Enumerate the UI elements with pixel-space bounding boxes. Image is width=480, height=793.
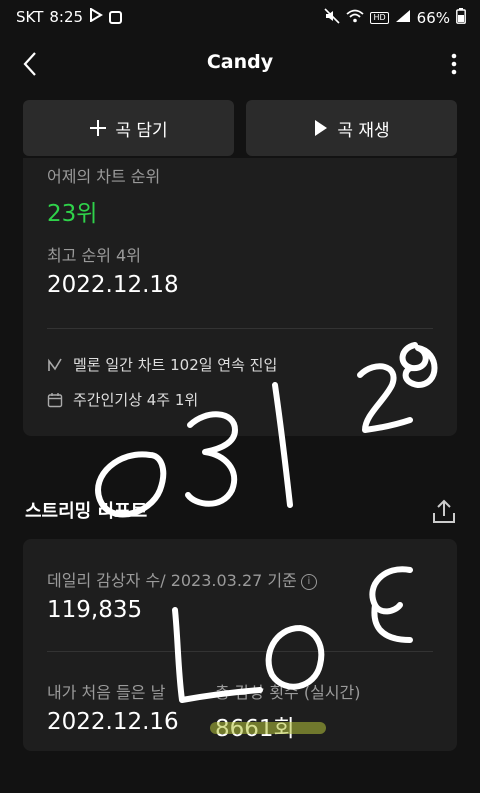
add-song-button[interactable]: 곡 담기: [23, 100, 234, 156]
wifi-icon: [346, 9, 365, 27]
app-bar: Candy: [0, 36, 480, 92]
best-rank-label: 최고 순위 4위: [47, 246, 141, 265]
feature-text: 멜론 일간 차트 102일 연속 진입: [73, 356, 278, 374]
play-song-button[interactable]: 곡 재생: [246, 100, 457, 156]
daily-listeners-value: 119,835: [47, 597, 143, 623]
plus-icon: [90, 120, 107, 136]
calendar-icon: [47, 392, 63, 407]
share-icon: [433, 499, 455, 523]
first-listen-label: 내가 처음 들은 날: [47, 683, 166, 702]
signal-icon: [395, 9, 411, 27]
feature-chart-streak: 멜론 일간 차트 102일 연속 진입: [47, 354, 277, 375]
play-store-icon: [89, 7, 103, 26]
more-options-button[interactable]: [442, 46, 466, 82]
battery-percent: 66%: [416, 9, 450, 27]
feature-text: 주간인기상 4주 1위: [73, 391, 199, 409]
carrier-label: SKT: [16, 8, 44, 26]
yesterday-rank-label: 어제의 차트 순위: [47, 167, 161, 186]
divider: [47, 328, 433, 329]
info-icon[interactable]: i: [300, 573, 317, 590]
play-icon: [315, 120, 328, 136]
more-vert-icon: [451, 53, 457, 75]
app-notification-icon: [109, 10, 123, 24]
mute-icon: [324, 8, 341, 28]
hd-voice-badge: HD: [370, 12, 389, 24]
daily-listeners-label-text: 데일리 감상자 수/ 2023.03.27 기준: [47, 571, 297, 590]
trend-icon: [48, 358, 62, 371]
chart-info-card: 어제의 차트 순위 23위 최고 순위 4위 2022.12.18 멜론 일간 …: [23, 158, 457, 436]
total-plays-label: 총 감상 횟수 (실시간): [215, 683, 361, 702]
page-title: Candy: [206, 51, 274, 73]
status-bar: SKT 8:25 HD 66%: [0, 0, 480, 36]
daily-listeners-label: 데일리 감상자 수/ 2023.03.27 기준 i: [47, 567, 317, 591]
highlighter-mark: [210, 722, 326, 734]
best-rank-date: 2022.12.18: [47, 272, 179, 298]
first-listen-value: 2022.12.16: [47, 709, 179, 735]
streaming-report-title: 스트리밍 리포트: [25, 501, 148, 522]
streaming-report-card: 데일리 감상자 수/ 2023.03.27 기준 i 119,835 내가 처음 …: [23, 539, 457, 751]
play-song-label: 곡 재생: [337, 120, 390, 141]
share-button[interactable]: [430, 498, 458, 526]
feature-weekly-award: 주간인기상 4주 1위: [47, 389, 198, 410]
clock: 8:25: [49, 8, 84, 26]
battery-icon: [456, 8, 466, 28]
divider: [47, 651, 433, 652]
yesterday-rank-value: 23위: [47, 201, 98, 227]
add-song-label: 곡 담기: [115, 120, 168, 141]
